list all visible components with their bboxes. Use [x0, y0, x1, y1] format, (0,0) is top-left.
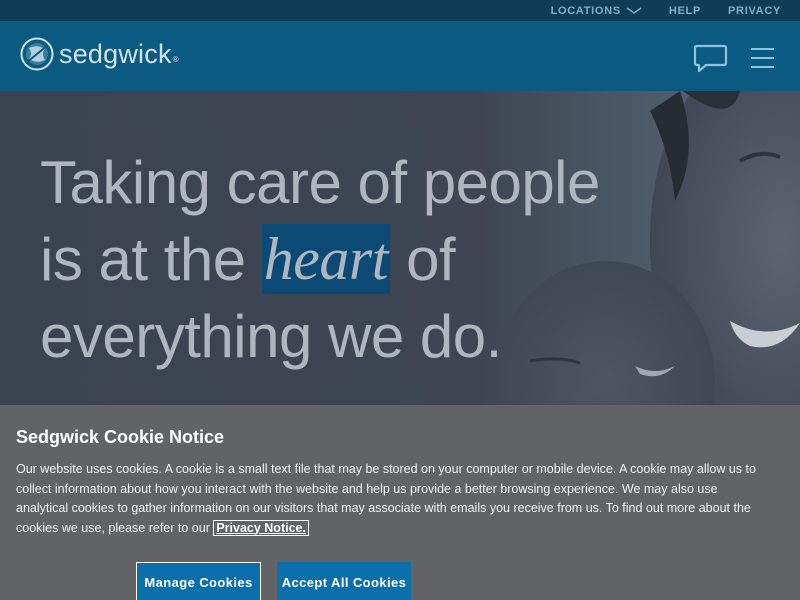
cookie-notice-title: Sedgwick Cookie Notice	[16, 427, 225, 447]
locations-label: LOCATIONS	[550, 4, 621, 17]
cookie-notice-text: Our website uses cookies. A cookie is a …	[16, 460, 756, 538]
locations-dropdown[interactable]: LOCATIONS	[551, 5, 642, 17]
headline-line-3: everything we do.	[40, 303, 502, 370]
headline-line-1: Taking care of people	[40, 149, 600, 216]
headline-highlight-heart: heart	[261, 224, 390, 294]
headline-line-2: is at the heart of	[40, 221, 690, 298]
chat-icon[interactable]	[693, 44, 728, 73]
globe-logo-icon	[20, 37, 54, 71]
cookie-notice-body: Our website uses cookies. A cookie is a …	[16, 462, 756, 535]
accept-all-cookies-button[interactable]: Accept All Cookies	[277, 562, 411, 600]
hero-banner: Taking care of people is at the heart of…	[0, 91, 800, 405]
chevron-down-icon	[626, 6, 642, 14]
hero-headline: Taking care of people is at the heart of…	[40, 144, 690, 375]
logo-wordmark: sedgwick	[59, 38, 172, 69]
site-header: sedgwick ®	[0, 21, 800, 91]
utility-links: LOCATIONS HELP PRIVACY	[551, 0, 781, 21]
headline-line-2-start: is at the	[40, 226, 262, 293]
privacy-link-top[interactable]: PRIVACY	[728, 5, 781, 17]
manage-cookies-button[interactable]: Manage Cookies	[136, 562, 261, 600]
sedgwick-logo[interactable]: sedgwick ®	[20, 37, 179, 71]
cookie-notice-banner: Sedgwick Cookie Notice Our website uses …	[0, 405, 800, 600]
hamburger-menu-icon[interactable]	[750, 47, 775, 69]
utility-bar: LOCATIONS HELP PRIVACY	[0, 0, 800, 21]
privacy-notice-link[interactable]: Privacy Notice.	[213, 519, 309, 536]
registered-mark: ®	[172, 54, 179, 64]
help-link[interactable]: HELP	[669, 5, 701, 17]
headline-line-2-end: of	[389, 226, 456, 293]
